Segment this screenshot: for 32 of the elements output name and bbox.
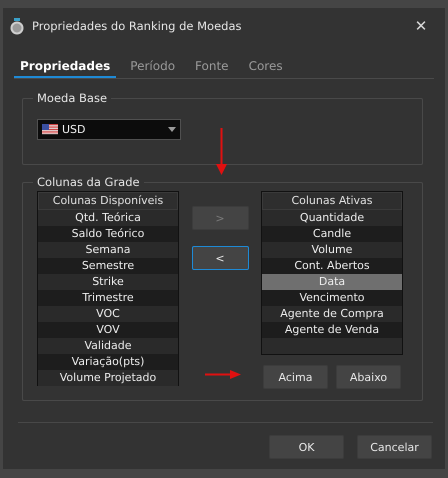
list-item[interactable]: Volume Projetado bbox=[38, 370, 178, 386]
tab[interactable]: Cores bbox=[242, 56, 289, 78]
list-header: Colunas Ativas bbox=[262, 192, 402, 210]
tab[interactable]: Período bbox=[124, 56, 182, 78]
list-item[interactable]: Cont. Abertos bbox=[262, 258, 402, 274]
list-item[interactable]: Candle bbox=[262, 226, 402, 242]
list-item[interactable]: Saldo Teórico bbox=[38, 226, 178, 242]
tab[interactable]: Fonte bbox=[189, 56, 235, 78]
tab[interactable]: Propriedades bbox=[14, 56, 116, 78]
group-title: Moeda Base bbox=[36, 91, 108, 105]
caret-icon bbox=[168, 127, 176, 132]
dialog-button[interactable]: OK bbox=[269, 435, 344, 459]
currency-dropdown[interactable]: USD bbox=[37, 119, 181, 140]
close-button[interactable]: ✕ bbox=[403, 11, 439, 41]
annotation-arrow bbox=[205, 370, 241, 379]
order-button[interactable]: Acima bbox=[263, 365, 328, 389]
list-item[interactable]: VOV bbox=[38, 322, 178, 338]
coin-icon bbox=[10, 18, 24, 34]
list-item[interactable]: Vencimento bbox=[262, 290, 402, 306]
order-button[interactable]: Abaixo bbox=[336, 365, 401, 389]
group-title: Colunas da Grade bbox=[36, 175, 141, 189]
annotation-arrow bbox=[216, 128, 227, 175]
list-item[interactable]: Trimestre bbox=[38, 290, 178, 306]
dialog-button[interactable]: Cancelar bbox=[357, 435, 432, 459]
us-flag-icon bbox=[42, 124, 58, 135]
window-title: Propriedades do Ranking de Moedas bbox=[32, 19, 242, 33]
list-item[interactable]: Semestre bbox=[38, 258, 178, 274]
list-item[interactable]: Variação(pts) bbox=[38, 354, 178, 370]
list-item[interactable]: Agente de Venda bbox=[262, 322, 402, 338]
list-item[interactable]: Data bbox=[262, 274, 402, 290]
list-header: Colunas Disponíveis bbox=[38, 192, 178, 210]
move-button[interactable]: < bbox=[192, 246, 248, 270]
